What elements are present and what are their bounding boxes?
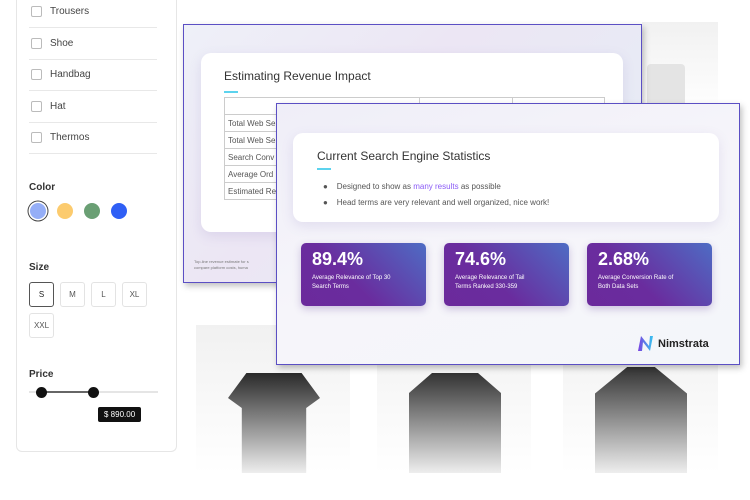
- stat-label: Average Relevance of Top 30 Search Terms: [312, 275, 391, 290]
- size-label: Size: [29, 262, 50, 273]
- stats-card: Current Search Engine Statistics ● Desig…: [293, 133, 719, 222]
- color-swatch[interactable]: [84, 203, 100, 219]
- category-handbag[interactable]: Handbag: [29, 59, 157, 91]
- color-swatch[interactable]: [111, 203, 127, 219]
- size-m-button[interactable]: M: [60, 282, 85, 307]
- filter-sidebar: Trousers Shoe Handbag Hat Thermos Color Size…: [16, 0, 177, 452]
- checkbox[interactable]: [31, 37, 42, 49]
- logo-icon: [638, 336, 653, 351]
- checkbox[interactable]: [31, 132, 42, 143]
- bullet-item: ● Head terms are very relevant and well …: [323, 198, 550, 207]
- size-s-button[interactable]: S: [29, 282, 54, 307]
- stat-value: 74.6%: [455, 249, 507, 269]
- stat-card: 2.68% Average Conversion Rate of Both Dat…: [587, 243, 712, 306]
- product-image-tshirt-white[interactable]: [642, 22, 718, 112]
- checkbox[interactable]: [31, 6, 42, 17]
- nimstrata-logo: Nimstrata: [637, 335, 709, 352]
- category-hat[interactable]: Hat: [29, 91, 157, 123]
- category-thermos[interactable]: Thermos: [29, 122, 157, 154]
- checkbox[interactable]: [31, 100, 42, 112]
- stats-title: Current Search Engine Statistics: [317, 149, 491, 163]
- price-tooltip: $ 890.00: [98, 407, 142, 422]
- color-swatch[interactable]: [30, 203, 46, 219]
- category-trousers[interactable]: Trousers: [29, 0, 157, 28]
- stat-card: 74.6% Average Relevance of Tail Terms Ran…: [444, 243, 569, 306]
- category-shoe[interactable]: Shoe: [29, 28, 157, 60]
- color-swatch[interactable]: [57, 203, 73, 219]
- revenue-title: Estimating Revenue Impact: [224, 69, 371, 83]
- stat-card: 89.4% Average Relevance of Top 30 Search …: [301, 243, 426, 306]
- stat-value: 89.4%: [312, 249, 364, 269]
- color-label: Color: [29, 182, 56, 193]
- checkbox[interactable]: [31, 69, 42, 80]
- price-max-handle[interactable]: [88, 387, 99, 398]
- size-l-button[interactable]: L: [91, 282, 116, 307]
- bullet-item: ● Designed to show as many results as po…: [323, 182, 501, 191]
- price-label: Price: [29, 369, 54, 380]
- stat-label: Average Relevance of Tail Terms Ranked 3…: [455, 275, 525, 290]
- price-min-handle[interactable]: [36, 387, 47, 398]
- footnote: Top-line revenue estimate for s compare p…: [194, 259, 249, 270]
- search-stats-slide: Current Search Engine Statistics ● Desig…: [276, 103, 740, 365]
- stat-label: Average Conversion Rate of Both Data Set…: [598, 275, 674, 290]
- stat-value: 2.68%: [598, 249, 650, 269]
- size-xxl-button[interactable]: XXL: [29, 313, 54, 338]
- size-xl-button[interactable]: XL: [122, 282, 147, 307]
